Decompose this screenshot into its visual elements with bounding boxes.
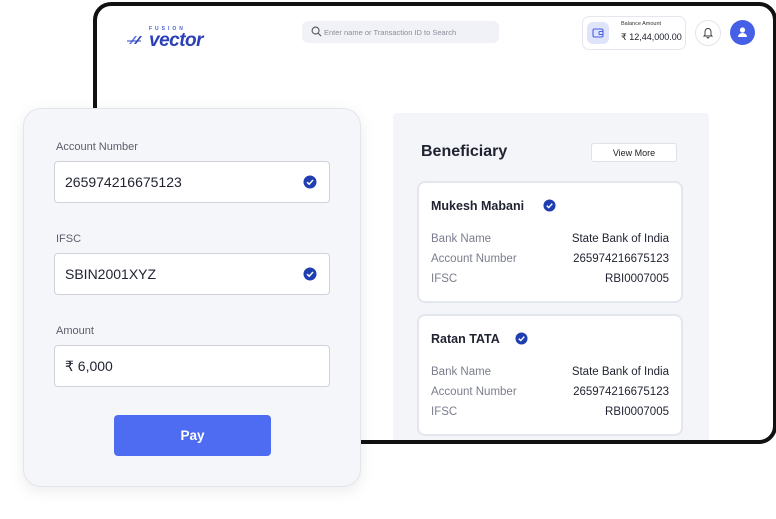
row-value: State Bank of India [571,366,669,378]
row-value: 265974216675123 [573,386,669,398]
account-number-field[interactable]: 265974216675123 [54,161,330,203]
ifsc-row: IFSC RBI0007005 [431,273,669,287]
verified-check-icon [303,267,317,281]
account-number-row: Account Number 265974216675123 [431,253,669,267]
brand-logo[interactable]: FUSION vector [127,24,217,51]
bank-name-row: Bank Name State Bank of India [431,233,669,247]
beneficiary-card[interactable]: Ratan TATA Bank Name State Bank of India… [417,314,683,436]
notification-button[interactable] [695,20,721,46]
row-value: RBI0007005 [605,273,669,285]
row-label: IFSC [431,273,458,285]
amount-label: Amount [56,325,94,337]
wallet-icon [592,28,604,38]
row-label: Account Number [431,386,517,398]
row-label: Bank Name [431,233,492,245]
balance-value: ₹ 12,44,000.00 [621,32,682,42]
search-input[interactable] [324,24,494,40]
ifsc-label: IFSC [56,233,82,245]
verified-check-icon [515,332,528,345]
balance-widget[interactable]: Balance Amount ₹ 12,44,000.00 [582,16,686,50]
pay-button[interactable]: Pay [114,415,271,456]
beneficiary-title: Beneficiary [421,143,508,160]
account-number-value[interactable]: 265974216675123 [65,174,182,190]
top-bar: FUSION vector Balance Amount ₹ 12,44,000… [97,6,773,62]
account-number-row: Account Number 265974216675123 [431,386,669,400]
verified-check-icon [303,175,317,189]
beneficiary-name: Mukesh Mabani [431,199,525,213]
wallet-icon-box [587,22,609,44]
row-value: State Bank of India [571,233,669,245]
bell-icon [702,28,714,39]
user-icon [738,27,747,37]
row-label: Account Number [431,253,517,265]
beneficiary-panel: Beneficiary View More Mukesh Mabani Bank… [393,113,709,440]
search-bar[interactable] [302,21,499,43]
row-value: RBI0007005 [605,406,669,418]
logo-word: vector [149,30,204,51]
balance-label: Balance Amount [621,21,662,27]
payment-form-card: Account Number 265974216675123 IFSC SBIN… [23,108,361,487]
search-icon [311,26,322,37]
profile-button[interactable] [730,20,755,45]
ifsc-row: IFSC RBI0007005 [431,406,669,420]
amount-field[interactable]: ₹ 6,000 [54,345,330,387]
verified-check-icon [543,199,556,212]
account-number-label: Account Number [56,141,138,153]
beneficiary-card[interactable]: Mukesh Mabani Bank Name State Bank of In… [417,181,683,303]
row-value: 265974216675123 [573,253,669,265]
bank-name-row: Bank Name State Bank of India [431,366,669,380]
view-more-button[interactable]: View More [591,143,677,162]
amount-value[interactable]: ₹ 6,000 [65,358,113,375]
logo-mark-icon [127,36,142,44]
row-label: Bank Name [431,366,492,378]
ifsc-value[interactable]: SBIN2001XYZ [65,266,156,282]
row-label: IFSC [431,406,458,418]
ifsc-field[interactable]: SBIN2001XYZ [54,253,330,295]
beneficiary-name: Ratan TATA [431,332,500,346]
